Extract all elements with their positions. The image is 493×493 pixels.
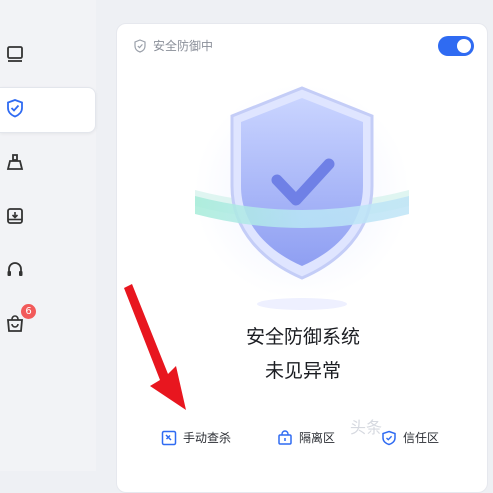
trust-zone-button[interactable]: 信任区 — [381, 429, 439, 446]
scan-icon — [161, 430, 177, 445]
shopping-bag-icon: 6 — [4, 304, 36, 339]
toggle-knob — [457, 39, 471, 53]
protection-toggle[interactable] — [438, 36, 474, 56]
headset-icon — [4, 259, 26, 285]
trust-zone-label: 信任区 — [403, 431, 440, 445]
sidebar-item-device[interactable] — [0, 33, 96, 79]
broom-icon — [4, 151, 26, 177]
shield-illustration — [194, 84, 410, 310]
shield-outline-icon — [134, 38, 146, 53]
quarantine-box-icon — [278, 429, 292, 445]
monitor-icon — [4, 43, 26, 69]
sidebar: 6 — [0, 0, 96, 471]
security-card: 安全防御中 安全防御系统 未见异常 手动查杀 隔离区 信任区 — [116, 23, 488, 493]
sidebar-item-service[interactable] — [0, 249, 96, 295]
download-drive-icon — [4, 205, 26, 231]
quarantine-label: 隔离区 — [299, 431, 336, 445]
trust-shield-icon — [382, 430, 396, 445]
sidebar-item-shop[interactable]: 6 — [0, 303, 96, 349]
manual-scan-label: 手动查杀 — [183, 431, 232, 445]
sidebar-item-cleanup[interactable] — [0, 141, 96, 187]
quarantine-button[interactable]: 隔离区 — [277, 429, 335, 446]
sidebar-item-software[interactable] — [0, 195, 96, 241]
notification-badge: 6 — [21, 304, 36, 319]
manual-scan-button[interactable]: 手动查杀 — [161, 429, 231, 446]
sidebar-item-security[interactable] — [0, 87, 96, 133]
protection-status: 安全防御中 — [133, 37, 213, 54]
red-arrow-annotation — [124, 284, 186, 410]
status-label: 安全防御中 — [153, 39, 214, 53]
shield-check-icon — [4, 97, 26, 123]
